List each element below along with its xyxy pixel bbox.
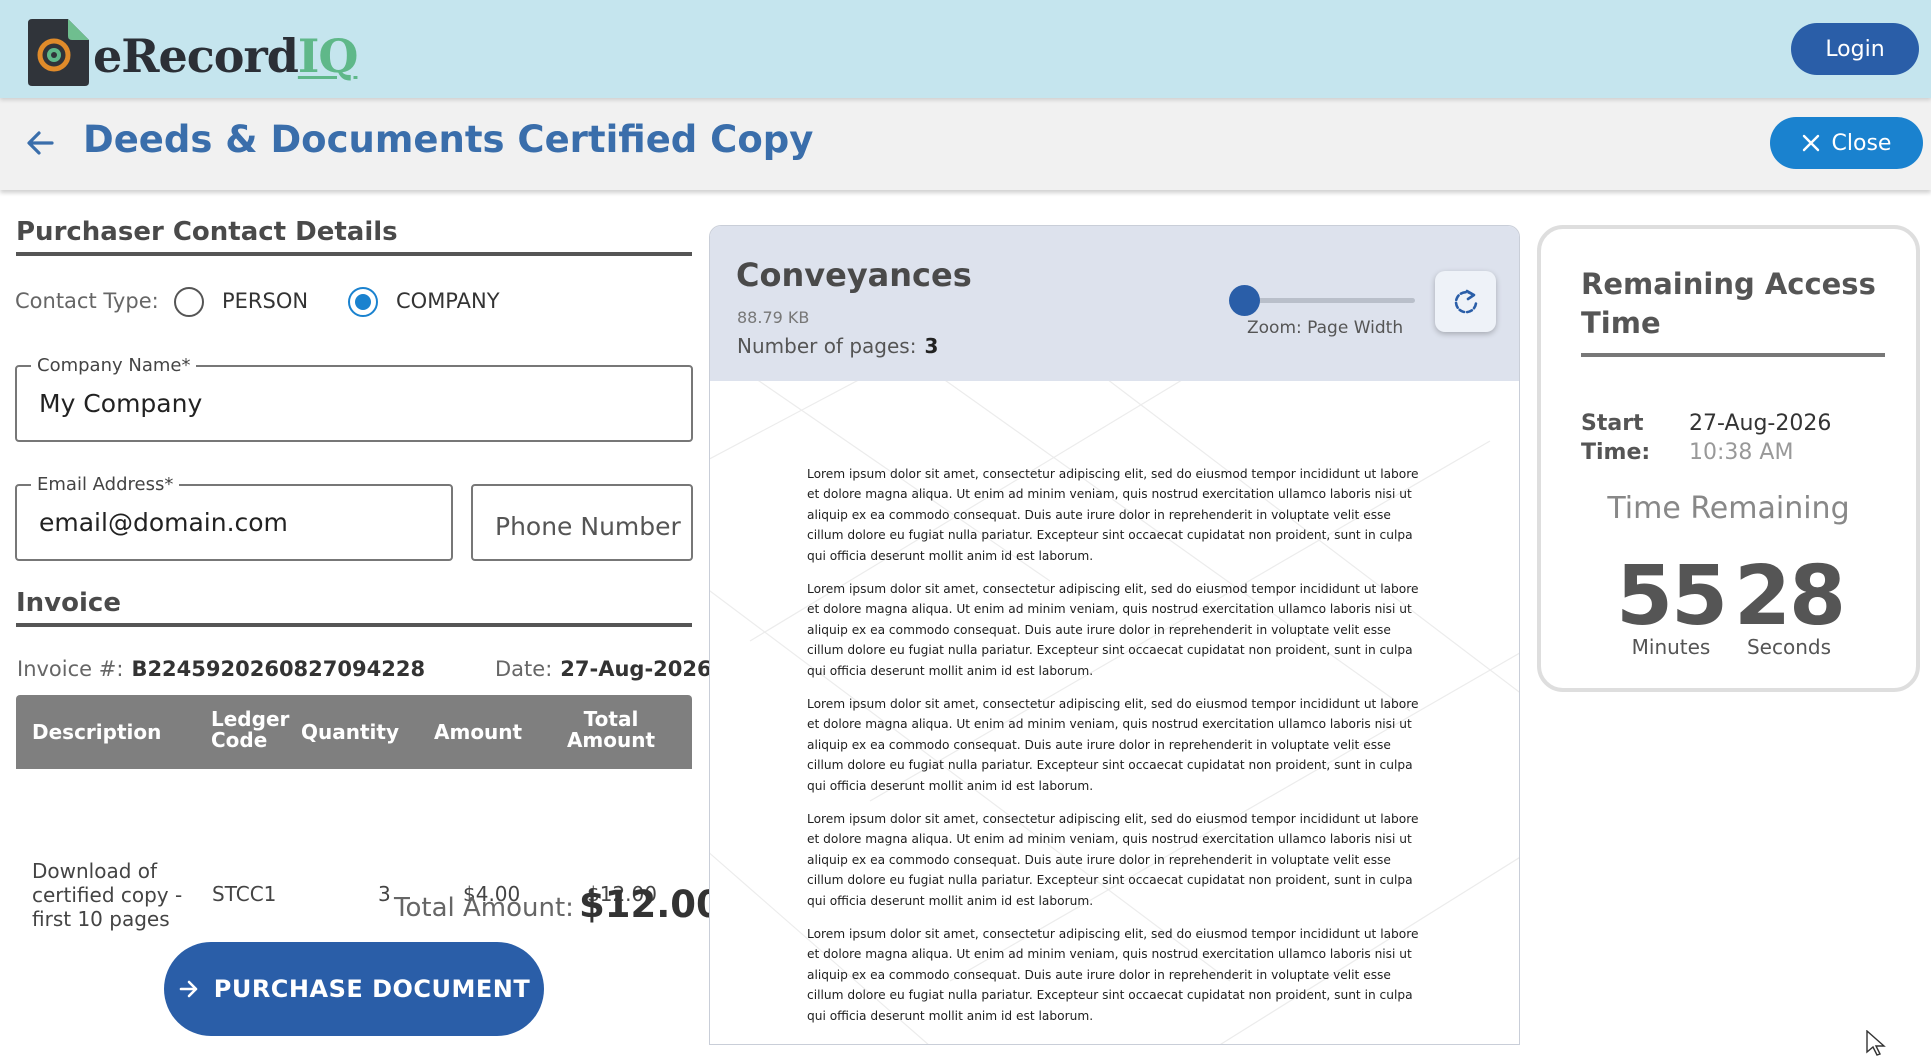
radio-person-label[interactable]: PERSON	[222, 289, 308, 313]
minutes-label: Minutes	[1631, 635, 1711, 659]
contact-type-label: Contact Type:	[15, 289, 159, 313]
phone-number-placeholder: Phone Number	[495, 512, 681, 541]
section-divider	[16, 623, 692, 627]
section-divider	[1581, 353, 1885, 357]
total-amount-value: $12.00	[579, 883, 722, 926]
close-button[interactable]: Close	[1770, 117, 1923, 169]
top-bar: eRecordIQ Login	[0, 0, 1931, 98]
row-ledger-code: STCC1	[212, 882, 277, 906]
col-amount: Amount	[434, 720, 523, 744]
radio-company[interactable]	[348, 287, 378, 317]
col-total-amount: Total Amount	[566, 707, 656, 752]
purchase-document-button[interactable]: PURCHASE DOCUMENT	[164, 942, 544, 1036]
phone-number-field[interactable]: Phone Number	[471, 484, 693, 561]
document-viewer: Conveyances 88.79 KB Number of pages: 3 Z…	[709, 225, 1520, 1045]
document-size: 88.79 KB	[737, 308, 810, 327]
zoom-label: Zoom: Page Width	[1247, 318, 1404, 338]
mouse-cursor-icon	[1866, 1029, 1888, 1056]
section-divider	[16, 252, 692, 256]
zoom-slider-track[interactable]	[1245, 298, 1415, 303]
email-value: email@domain.com	[39, 508, 288, 537]
row-description: Download of certified copy - first 10 pa…	[32, 859, 183, 931]
start-time-value: 27-Aug-2026 10:38 AM	[1689, 411, 1832, 465]
company-name-value: My Company	[39, 389, 203, 418]
document-title: Conveyances	[736, 256, 972, 294]
minutes-counter: 55	[1616, 549, 1728, 644]
col-description: Description	[32, 720, 162, 744]
back-arrow-icon[interactable]	[24, 126, 58, 160]
logo-text: eRecordIQ	[93, 29, 358, 83]
document-paragraph: Lorem ipsum dolor sit amet, consectetur …	[807, 582, 1419, 678]
logo-icon	[28, 19, 89, 86]
document-pages: Number of pages: 3	[737, 334, 939, 358]
app-logo[interactable]: eRecordIQ	[28, 18, 358, 86]
access-time-title: Remaining Access Time	[1581, 267, 1876, 340]
page-title: Deeds & Documents Certified Copy	[83, 118, 814, 161]
col-ledger-code: Ledger Code	[211, 707, 290, 752]
time-remaining-label: Time Remaining	[1607, 491, 1850, 526]
document-paragraph: Lorem ipsum dolor sit amet, consectetur …	[807, 697, 1419, 793]
document-paragraph: Lorem ipsum dolor sit amet, consectetur …	[807, 812, 1419, 908]
total-amount-label: Total Amount:	[394, 893, 574, 923]
radio-company-label[interactable]: COMPANY	[396, 289, 500, 313]
rotate-icon	[1454, 289, 1477, 313]
invoice-section-title: Invoice	[16, 588, 121, 618]
email-field[interactable]: Email Address* email@domain.com	[15, 474, 453, 561]
company-name-label: Company Name*	[31, 355, 197, 376]
document-paragraph: Lorem ipsum dolor sit amet, consectetur …	[807, 927, 1419, 1023]
document-paragraph: Lorem ipsum dolor sit amet, consectetur …	[807, 467, 1419, 563]
seconds-counter: 28	[1734, 549, 1846, 644]
radio-person[interactable]	[174, 287, 204, 317]
arrow-right-icon	[179, 980, 198, 998]
seconds-label: Seconds	[1746, 635, 1832, 659]
table-row: Download of certified copy - first 10 pa…	[16, 769, 692, 931]
close-label: Close	[1831, 130, 1892, 156]
login-button[interactable]: Login	[1791, 23, 1919, 75]
purchase-document-label: PURCHASE DOCUMENT	[213, 975, 531, 1003]
email-label: Email Address*	[31, 474, 180, 495]
close-icon	[1802, 134, 1819, 152]
document-header: Conveyances 88.79 KB Number of pages: 3 Z…	[710, 226, 1519, 381]
start-time-label: Start Time:	[1581, 411, 1651, 465]
purchaser-section-title: Purchaser Contact Details	[16, 217, 398, 247]
row-quantity: 3	[378, 882, 391, 906]
invoice-number: Invoice #: B2245920260827094228	[17, 657, 426, 681]
col-quantity: Quantity	[301, 720, 399, 744]
invoice-table-header: Description Ledger Code Quantity Amount …	[16, 695, 692, 769]
rotate-button[interactable]	[1435, 271, 1496, 332]
access-time-card: Remaining Access Time Start Time: 27-Aug…	[1537, 225, 1920, 692]
invoice-date: Date: 27-Aug-2026	[495, 657, 712, 681]
company-name-field[interactable]: Company Name* My Company	[15, 355, 693, 442]
document-page[interactable]: Lorem ipsum dolor sit amet, consectetur …	[710, 381, 1519, 1044]
invoice-table: Description Ledger Code Quantity Amount …	[16, 695, 692, 931]
zoom-slider-thumb[interactable]	[1229, 285, 1260, 316]
